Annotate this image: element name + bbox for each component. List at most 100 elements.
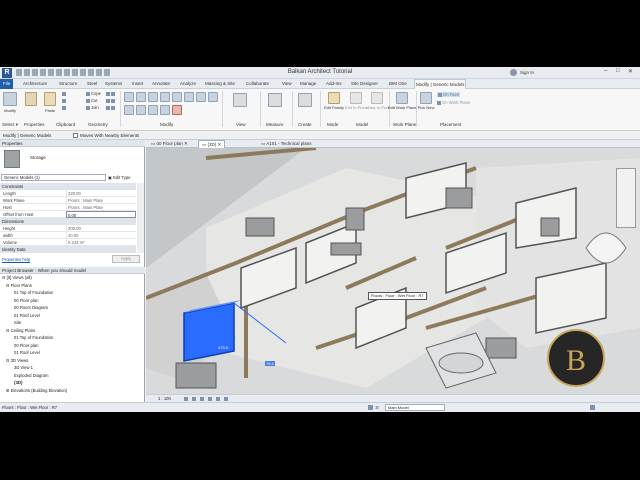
trim-icon[interactable]	[208, 92, 218, 102]
mirror-axis-icon[interactable]	[148, 92, 158, 102]
join-button[interactable]: Join	[86, 105, 99, 110]
crop-view-icon[interactable]	[216, 397, 220, 401]
mirror-draw-icon[interactable]	[160, 92, 170, 102]
split-icon[interactable]	[124, 105, 134, 115]
browser-item[interactable]: ⊟ Ceiling Plans	[6, 328, 35, 334]
split-face-icon[interactable]	[106, 98, 116, 103]
browser-item[interactable]: 01 Roof Level	[14, 313, 40, 319]
view-tab-technical-plans[interactable]: ▭ A101 - Technical plans	[258, 140, 314, 148]
tab-annotate[interactable]: Annotate	[151, 80, 171, 88]
navigation-bar[interactable]	[616, 168, 636, 228]
delete-icon[interactable]	[172, 105, 182, 115]
moves-with-nearby-checkbox[interactable]	[73, 133, 78, 138]
property-row[interactable]: Host Floors : Main Plate	[0, 204, 136, 211]
browser-item[interactable]: Exploded Diagram	[14, 373, 48, 379]
pick-new-icon[interactable]	[420, 92, 432, 104]
worksets-icon[interactable]	[368, 405, 373, 410]
tab-steel[interactable]: Steel	[86, 80, 98, 88]
tab-insert[interactable]: Insert	[131, 80, 144, 88]
tab-view[interactable]: View	[281, 80, 293, 88]
tab-collaborate[interactable]: Collaborate	[245, 80, 270, 88]
pin-icon[interactable]	[160, 105, 170, 115]
view-tab-3d[interactable]: ▭ {3D} ✕	[198, 140, 226, 148]
shadows-icon[interactable]	[208, 397, 212, 401]
dimensions-category[interactable]: Dimensions	[0, 218, 136, 225]
close-icon[interactable]: ✕	[628, 68, 633, 75]
browser-item[interactable]: Site	[14, 320, 21, 326]
property-row[interactable]: Offset from Host 0.00	[0, 211, 136, 218]
apply-button[interactable]: Apply	[112, 255, 140, 263]
browser-item[interactable]: ⊟ 3D Views	[6, 358, 28, 364]
browser-item[interactable]: 01 Top of Foundation	[14, 335, 53, 341]
browser-item[interactable]: 00 Room Diagram	[14, 305, 48, 311]
measure-tape-icon[interactable]	[268, 93, 282, 107]
tab-architecture[interactable]: Architecture	[22, 80, 48, 88]
property-row[interactable]: Height 200.00	[0, 225, 136, 232]
modify-arrow-icon[interactable]	[3, 92, 17, 106]
dimension-label[interactable]: 475.0	[218, 345, 228, 350]
type-selector-dropdown[interactable]: Generic Models (1)	[1, 174, 106, 181]
offset-icon[interactable]	[136, 92, 146, 102]
on-work-plane-button[interactable]: On Work Plane	[437, 100, 470, 105]
hide-isolate-icon[interactable]	[224, 397, 228, 401]
browser-item[interactable]: ⊞ Elevations (Building Elevation)	[6, 388, 67, 394]
browser-item[interactable]: 01 Roof Level	[14, 350, 40, 356]
properties-icon[interactable]	[25, 92, 37, 106]
move-icon[interactable]	[172, 92, 182, 102]
cut-geometry-button[interactable]: Cut	[86, 98, 98, 103]
tab-analyze[interactable]: Analyze	[179, 80, 197, 88]
scale-icon[interactable]	[148, 105, 158, 115]
constraints-category[interactable]: Constraints	[0, 183, 136, 190]
cut-clipboard-icon[interactable]	[62, 91, 67, 96]
tab-add-ins[interactable]: Add-Ins	[325, 80, 343, 88]
browser-item[interactable]: ⊟ Floor Plans	[6, 283, 32, 289]
maximize-icon[interactable]: □	[616, 68, 620, 74]
align-icon[interactable]	[124, 92, 134, 102]
on-face-button[interactable]: On Face	[437, 92, 461, 97]
detail-level-icon[interactable]	[184, 397, 188, 401]
select-dropdown[interactable]: Select ▾	[2, 122, 18, 128]
match-type-icon[interactable]	[62, 105, 67, 110]
tab-file[interactable]: File	[0, 79, 14, 89]
visual-style-icon[interactable]	[192, 397, 196, 401]
minimize-icon[interactable]: –	[604, 68, 607, 74]
property-row[interactable]: width 40.00	[0, 232, 136, 239]
property-row[interactable]: Volume 0.243 m³	[0, 239, 136, 246]
browser-item[interactable]: 01 Top of Foundation	[14, 290, 53, 296]
copy-clipboard-icon[interactable]	[62, 98, 67, 103]
properties-help-link[interactable]: Properties help	[2, 257, 30, 262]
sign-in-link[interactable]: Sign In	[520, 70, 534, 75]
property-row[interactable]: Length 228.00	[0, 190, 136, 197]
tab-site-designer[interactable]: Site Designer	[350, 80, 379, 88]
browser-item[interactable]: {3D}	[14, 380, 23, 386]
view-hide-icon[interactable]	[233, 93, 247, 107]
wall-joins-icon[interactable]	[106, 91, 116, 96]
cope-button[interactable]: Cope	[86, 91, 101, 96]
rotate-icon[interactable]	[196, 92, 206, 102]
browser-item[interactable]: 3D View 1	[14, 365, 33, 371]
edit-type-button[interactable]: ▣ Edit Type	[108, 174, 131, 181]
sun-path-icon[interactable]	[200, 397, 204, 401]
view-tab-floor-plan[interactable]: ▭ 00 Floor plan ✕	[148, 140, 191, 148]
filter-icon[interactable]	[590, 405, 595, 410]
property-row[interactable]: Work Plane Floors : Main Plate	[0, 197, 136, 204]
tab-structure[interactable]: Structure	[58, 80, 78, 88]
copy-icon[interactable]	[184, 92, 194, 102]
3d-viewport[interactable]: B Floors : Floor : Wet Floor : R7 475.0 …	[146, 148, 640, 394]
tab-manage[interactable]: Manage	[299, 80, 317, 88]
tab-systems[interactable]: Systems	[104, 80, 123, 88]
tab-modify-generic-models[interactable]: Modify | Generic Models	[414, 79, 467, 89]
browser-item[interactable]: 00 Floor plan	[14, 343, 38, 349]
edit-work-plane-icon[interactable]	[396, 92, 408, 104]
paint-icon[interactable]	[106, 105, 116, 110]
create-assembly-icon[interactable]	[298, 93, 312, 107]
array-icon[interactable]	[136, 105, 146, 115]
tab-massing-site[interactable]: Massing & Site	[204, 80, 236, 88]
identity-data-category[interactable]: Identity Data	[0, 246, 136, 253]
edit-family-icon[interactable]	[328, 92, 340, 104]
dimension-label[interactable]: 76.4	[265, 361, 275, 366]
properties-scrollbar[interactable]	[137, 183, 144, 253]
active-workset-dropdown[interactable]: Main Model	[385, 404, 445, 411]
tab-bim-one[interactable]: BIM One	[388, 80, 408, 88]
browser-item[interactable]: 00 Floor plan	[14, 298, 38, 304]
